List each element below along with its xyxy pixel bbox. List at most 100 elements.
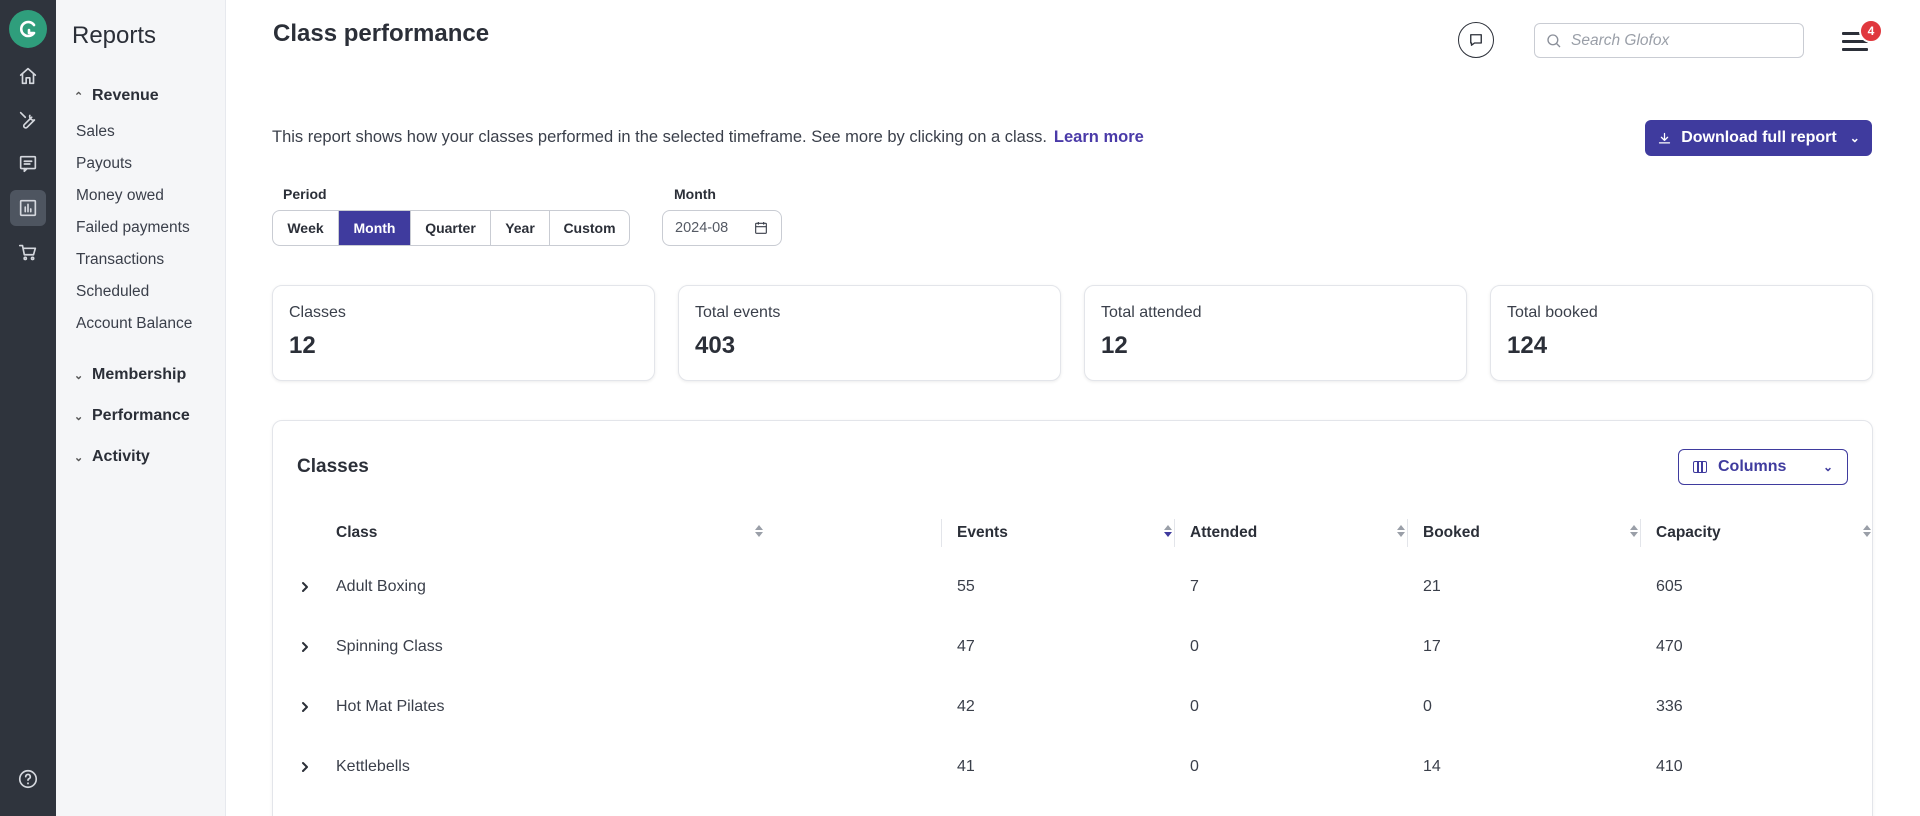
- notification-badge: 4: [1859, 19, 1883, 43]
- sidebar-item-transactions[interactable]: Transactions: [76, 251, 164, 269]
- cart-icon[interactable]: [10, 234, 46, 270]
- cell-events: 41: [957, 758, 975, 775]
- sidebar-section-performance[interactable]: ⌄ Performance: [74, 407, 190, 425]
- column-header-attended[interactable]: Attended: [1190, 519, 1415, 547]
- column-header-label: Class: [336, 524, 378, 541]
- chevron-down-icon: ⌄: [74, 410, 84, 423]
- sidebar-item-scheduled[interactable]: Scheduled: [76, 283, 149, 301]
- sidebar-item-payouts[interactable]: Payouts: [76, 155, 132, 173]
- stat-card-total-booked: Total booked 124: [1490, 285, 1873, 381]
- sort-icon: [1397, 525, 1405, 537]
- cell-capacity: 605: [1656, 578, 1683, 595]
- glofox-logo[interactable]: [9, 10, 47, 48]
- chevron-right-icon[interactable]: [295, 637, 315, 657]
- column-header-class[interactable]: Class: [336, 519, 773, 547]
- cell-capacity: 470: [1656, 638, 1683, 655]
- column-header-booked[interactable]: Booked: [1423, 519, 1648, 547]
- period-label: Period: [283, 186, 327, 202]
- messages-icon[interactable]: [10, 146, 46, 182]
- cell-booked: 0: [1423, 698, 1432, 715]
- stat-value: 124: [1507, 332, 1548, 359]
- search-box[interactable]: [1534, 23, 1804, 58]
- download-report-button[interactable]: Download full report ⌄: [1645, 120, 1872, 156]
- period-quarter[interactable]: Quarter: [411, 211, 491, 245]
- sidebar-section-label: Revenue: [92, 87, 159, 104]
- columns-icon: [1693, 461, 1707, 473]
- help-icon[interactable]: [10, 761, 46, 797]
- chevron-up-icon: ⌃: [74, 90, 84, 103]
- search-input[interactable]: [1571, 31, 1791, 50]
- sidebar-item-sales[interactable]: Sales: [76, 123, 115, 141]
- column-header-capacity[interactable]: Capacity: [1656, 519, 1881, 547]
- column-header-label: Attended: [1190, 524, 1258, 541]
- cell-booked: 14: [1423, 758, 1441, 775]
- cell-attended: 0: [1190, 698, 1199, 715]
- page-title: Class performance: [273, 20, 490, 47]
- description-text: This report shows how your classes perfo…: [272, 128, 1047, 146]
- table-row[interactable]: Spinning Class 47 0 17 470: [273, 617, 1873, 677]
- cell-attended: 7: [1190, 578, 1199, 595]
- column-header-label: Events: [957, 524, 1008, 541]
- cell-class: Adult Boxing: [336, 578, 426, 595]
- period-year[interactable]: Year: [491, 211, 550, 245]
- table-title: Classes: [297, 456, 369, 477]
- cell-events: 55: [957, 578, 975, 595]
- sidebar-section-label: Performance: [92, 407, 190, 424]
- tools-icon[interactable]: [10, 102, 46, 138]
- table-row[interactable]: Adult Boxing 55 7 21 605: [273, 557, 1873, 617]
- stat-card-total-attended: Total attended 12: [1084, 285, 1467, 381]
- search-icon: [1547, 33, 1561, 47]
- column-header-label: Booked: [1423, 524, 1480, 541]
- chevron-right-icon[interactable]: [295, 577, 315, 597]
- cell-class: Spinning Class: [336, 638, 443, 655]
- columns-button[interactable]: Columns ⌄: [1678, 449, 1848, 485]
- month-picker[interactable]: 2024-08: [662, 210, 782, 246]
- sidebar-section-activity[interactable]: ⌄ Activity: [74, 448, 150, 466]
- cell-attended: 0: [1190, 638, 1199, 655]
- download-icon: [1659, 132, 1671, 143]
- column-header-events[interactable]: Events: [957, 519, 1182, 547]
- stat-card-classes: Classes 12: [272, 285, 655, 381]
- period-selector: Week Month Quarter Year Custom: [272, 210, 630, 246]
- chevron-right-icon[interactable]: [295, 757, 315, 777]
- calendar-icon: [755, 222, 767, 234]
- chevron-right-icon[interactable]: [295, 697, 315, 717]
- reports-icon[interactable]: [10, 190, 46, 226]
- app-rail: [0, 0, 56, 816]
- stat-label: Classes: [289, 304, 346, 321]
- sidebar-section-revenue[interactable]: ⌃ Revenue: [74, 87, 159, 105]
- period-custom[interactable]: Custom: [550, 211, 629, 245]
- stat-label: Total booked: [1507, 304, 1598, 321]
- home-icon[interactable]: [10, 58, 46, 94]
- cell-capacity: 336: [1656, 698, 1683, 715]
- sidebar-item-money-owed[interactable]: Money owed: [76, 187, 164, 205]
- sidebar-item-failed-payments[interactable]: Failed payments: [76, 219, 190, 237]
- cell-booked: 17: [1423, 638, 1441, 655]
- cell-capacity: 410: [1656, 758, 1683, 775]
- stat-value: 12: [1101, 332, 1128, 359]
- column-header-label: Capacity: [1656, 524, 1721, 541]
- month-label: Month: [674, 186, 716, 202]
- table-row[interactable]: Hot Mat Pilates 42 0 0 336: [273, 677, 1873, 737]
- sidebar-section-membership[interactable]: ⌄ Membership: [74, 366, 186, 384]
- column-divider: [1407, 519, 1408, 547]
- cell-attended: 0: [1190, 758, 1199, 775]
- sidebar-item-account-balance[interactable]: Account Balance: [76, 315, 192, 333]
- column-divider: [941, 519, 942, 547]
- chat-button[interactable]: [1458, 22, 1494, 58]
- table-row[interactable]: Kettlebells 41 0 14 410: [273, 737, 1873, 797]
- sort-desc-icon: [1164, 525, 1172, 537]
- column-divider: [1174, 519, 1175, 547]
- chevron-down-icon: ⌄: [74, 451, 84, 464]
- cell-events: 47: [957, 638, 975, 655]
- period-week[interactable]: Week: [273, 211, 339, 245]
- classes-table-panel: Classes Columns ⌄ Class Events Attended …: [272, 420, 1873, 816]
- month-value: 2024-08: [675, 220, 729, 236]
- columns-label: Columns: [1718, 458, 1787, 475]
- reports-sidebar: Reports ⌃ Revenue Sales Payouts Money ow…: [56, 0, 226, 816]
- sort-icon: [1630, 525, 1638, 537]
- period-month[interactable]: Month: [339, 211, 411, 245]
- learn-more-link[interactable]: Learn more: [1054, 128, 1144, 147]
- chevron-down-icon: ⌄: [74, 369, 84, 382]
- report-description: This report shows how your classes perfo…: [272, 128, 1144, 147]
